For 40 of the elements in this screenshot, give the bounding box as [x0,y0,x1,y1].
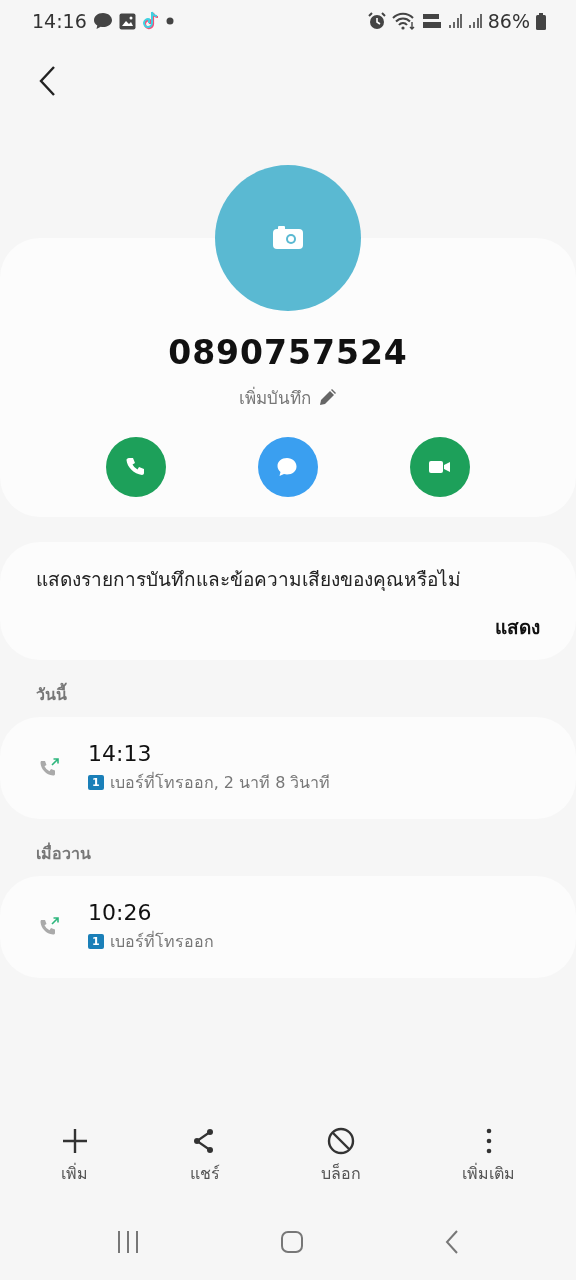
signal-icon [467,13,482,29]
more-icon [485,1127,492,1155]
call-button[interactable] [106,437,166,497]
home-icon[interactable] [280,1230,304,1254]
call-time: 10:26 [88,900,153,925]
dot-icon [165,17,174,25]
call-detail: เบอร์ที่โทรออก, 2 นาที 8 วินาที [109,771,331,794]
alarm-clock-icon [367,12,386,30]
chat-bubble-icon [92,12,113,30]
battery-percent: 86% [487,10,530,32]
call-log-item[interactable]: 10:26 1 เบอร์ที่โทรออก [0,876,576,978]
block-icon [327,1127,356,1155]
toolbar-button[interactable]: แชร์ [179,1123,230,1190]
call-time: 14:13 [88,741,153,766]
message-button[interactable] [258,437,318,497]
add-note-button[interactable]: เพิ่มบันทึก [235,382,341,413]
video-call-button[interactable] [410,437,470,497]
sim-badge: 1 [88,934,104,949]
wifi-icon [391,12,416,30]
camera-icon[interactable] [272,226,304,250]
prompt-text: แสดงรายการบันทึกและข้อความเสียงของคุณหรือไม่ [36,567,462,593]
pencil-icon [317,387,337,408]
clock-time: 14:16 [32,10,87,32]
phone-number: 0890757524 [168,333,408,372]
call-log-item[interactable]: 14:13 1 เบอร์ที่โทรออก, 2 นาที 8 วินาที [0,717,576,819]
show-button[interactable]: แสดง [489,612,540,642]
sim-badge: 1 [88,775,104,790]
call-detail: เบอร์ที่โทรออก [109,930,214,953]
signal-icon [447,13,462,29]
section-heading: เมื่อวาน [35,841,92,865]
toolbar-button[interactable]: บล็อก [311,1123,372,1190]
back-icon[interactable] [38,65,58,97]
toolbar-button[interactable]: เพิ่มเติม [452,1123,526,1190]
image-icon [118,12,136,30]
plus-icon [60,1127,89,1155]
music-note-icon [141,11,160,31]
section-heading: วันนี้ [0,660,576,717]
toolbar-button[interactable]: เพิ่ม [50,1123,99,1190]
battery-icon [536,12,546,30]
recent-apps-icon[interactable] [116,1230,140,1254]
